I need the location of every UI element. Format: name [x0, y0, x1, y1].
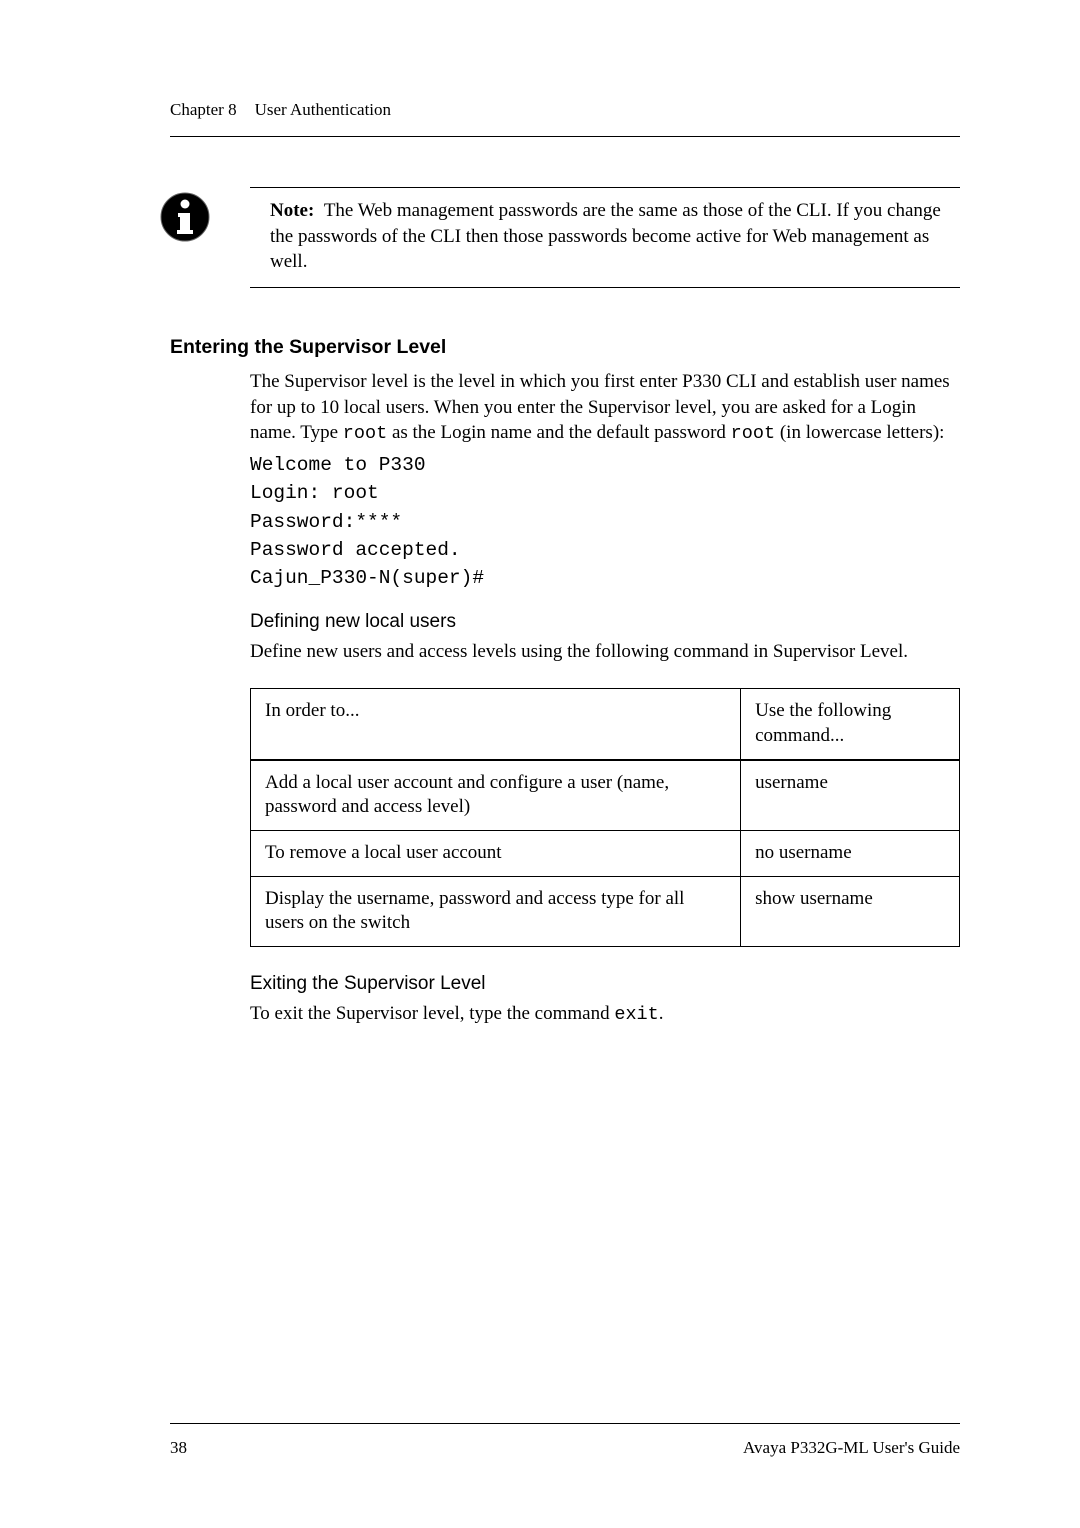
section-heading-entering: Entering the Supervisor Level — [170, 336, 960, 359]
table-cell: To remove a local user account — [251, 830, 741, 876]
sub1-para: Define new users and access levels using… — [250, 639, 960, 665]
code-line: Login: root — [250, 479, 960, 507]
subheading-defining: Defining new local users — [250, 611, 960, 633]
chapter-title: User Authentication — [255, 100, 391, 120]
sub2-para: To exit the Supervisor level, type the c… — [250, 1001, 960, 1028]
table-cell: Add a local user account and configure a… — [251, 760, 741, 831]
table-row: To remove a local user account no userna… — [251, 830, 960, 876]
code-line: Password accepted. — [250, 536, 960, 564]
table-row: Display the username, password and acces… — [251, 876, 960, 946]
table-header: Use the following command... — [741, 689, 960, 760]
note-body: The Web management passwords are the sam… — [270, 200, 941, 272]
table-row: Add a local user account and configure a… — [251, 760, 960, 831]
subheading-exiting: Exiting the Supervisor Level — [250, 973, 960, 995]
note-text: Note: The Web management passwords are t… — [270, 198, 960, 275]
page-header: Chapter 8 User Authentication — [170, 100, 960, 137]
page-number: 38 — [170, 1438, 187, 1458]
table-header: In order to... — [251, 689, 741, 760]
table-cell: username — [741, 760, 960, 831]
doc-title: Avaya P332G-ML User's Guide — [743, 1438, 960, 1458]
table-cell: no username — [741, 830, 960, 876]
table-cell: show username — [741, 876, 960, 946]
section1-para: The Supervisor level is the level in whi… — [250, 369, 960, 447]
table-cell: Display the username, password and acces… — [251, 876, 741, 946]
code-block: Welcome to P330 Login: root Password:***… — [250, 451, 960, 592]
code-line: Welcome to P330 — [250, 451, 960, 479]
chapter-label: Chapter 8 — [170, 100, 237, 120]
code-line: Cajun_P330-N(super)# — [250, 564, 960, 592]
commands-table: In order to... Use the following command… — [250, 688, 960, 947]
page-footer: 38 Avaya P332G-ML User's Guide — [170, 1423, 960, 1458]
note-block: Note: The Web management passwords are t… — [250, 187, 960, 288]
code-line: Password:**** — [250, 508, 960, 536]
note-label: Note: — [270, 200, 314, 221]
